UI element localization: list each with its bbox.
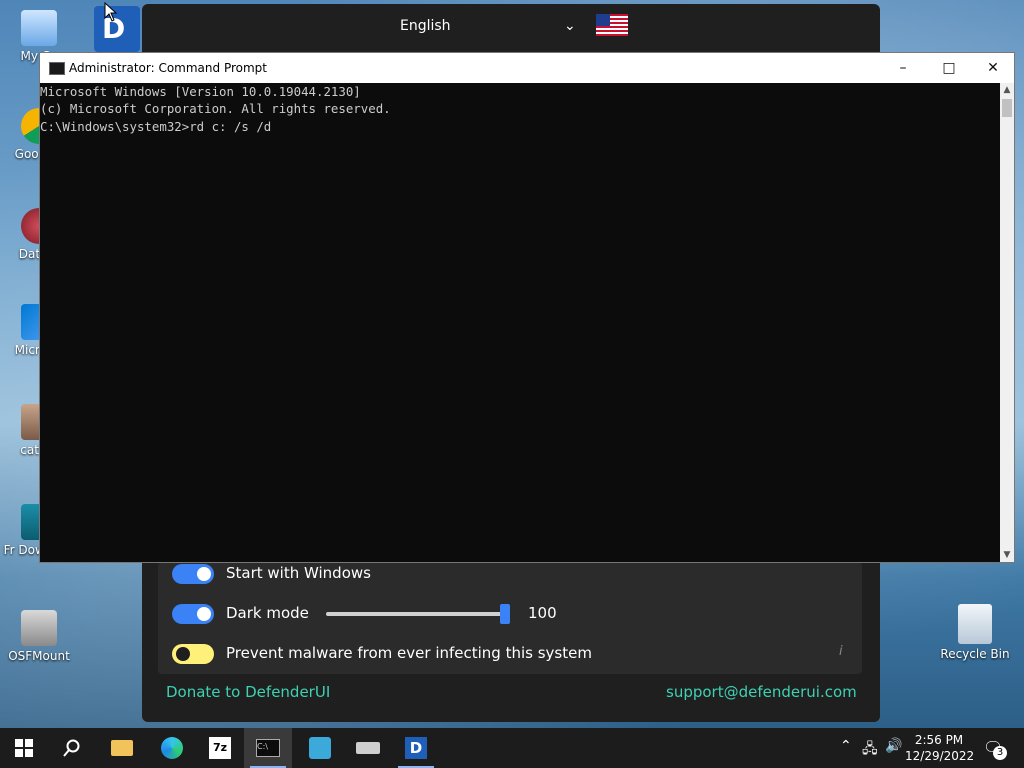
language-value: English <box>400 18 451 34</box>
cmd-icon <box>49 62 65 75</box>
info-icon[interactable]: i <box>839 644 843 659</box>
app-installer-icon <box>309 737 331 759</box>
chevron-down-icon: ⌄ <box>564 18 576 34</box>
computer-icon <box>21 10 57 46</box>
vertical-scrollbar[interactable]: ▲ ▼ <box>1000 83 1014 562</box>
desktop-icon-recycle-bin[interactable]: Recycle Bin <box>936 604 1014 661</box>
search-icon <box>63 739 80 757</box>
toggle-knob <box>197 567 211 581</box>
show-hidden-icons[interactable]: ⌃ <box>840 738 852 754</box>
console-output[interactable]: Microsoft Windows [Version 10.0.19044.21… <box>40 83 1000 562</box>
console-line: (c) Microsoft Corporation. All rights re… <box>40 101 391 116</box>
taskbar-defenderui[interactable]: D <box>392 728 440 768</box>
console-line: Microsoft Windows [Version 10.0.19044.21… <box>40 84 361 99</box>
osfmount-icon <box>21 610 57 646</box>
taskbar-file-explorer[interactable] <box>98 728 146 768</box>
drive-icon <box>356 742 380 754</box>
taskbar-7zip[interactable]: 7z <box>196 728 244 768</box>
minimize-button[interactable]: – <box>880 53 926 83</box>
folder-icon <box>111 740 133 756</box>
taskbar-edge[interactable] <box>148 728 196 768</box>
clock-time: 2:56 PM <box>914 733 964 747</box>
desktop-icon-label: Recycle Bin <box>940 647 1010 661</box>
scroll-up-icon[interactable]: ▲ <box>1000 83 1014 97</box>
donate-link[interactable]: Donate to DefenderUI <box>166 683 330 701</box>
title-bar[interactable]: Administrator: Command Prompt – □ ✕ <box>40 53 1014 83</box>
toggle-knob <box>197 607 211 621</box>
desktop-icon-osfmount[interactable]: OSFMount <box>0 610 78 663</box>
option-label: Start with Windows <box>226 564 371 582</box>
command-prompt-window: Administrator: Command Prompt – □ ✕ Micr… <box>39 52 1015 563</box>
option-label: Prevent malware from ever infecting this… <box>226 644 592 662</box>
start-button[interactable] <box>0 728 48 768</box>
prevent-malware-toggle[interactable] <box>172 644 214 664</box>
network-icon[interactable]: 🖧 <box>862 738 878 762</box>
dark-mode-slider-thumb[interactable] <box>500 604 510 624</box>
language-select[interactable]: English ⌄ <box>400 14 586 38</box>
cmd-icon: C:\ <box>256 739 280 757</box>
mouse-cursor-icon <box>104 2 118 22</box>
support-email-link[interactable]: support@defenderui.com <box>666 683 857 701</box>
option-label: Dark mode <box>226 604 309 622</box>
taskbar-app-installer[interactable] <box>296 728 344 768</box>
close-button[interactable]: ✕ <box>970 53 1016 83</box>
defenderui-icon: D <box>405 737 427 759</box>
scroll-down-icon[interactable]: ▼ <box>1000 548 1014 562</box>
us-flag-icon <box>596 14 628 36</box>
slider-value: 100 <box>528 604 557 622</box>
console-line: C:\Windows\system32>rd c: /s /d <box>40 119 272 134</box>
notification-count: 3 <box>993 746 1007 760</box>
search-button[interactable] <box>48 728 96 768</box>
clock-date: 12/29/2022 <box>905 749 975 763</box>
taskbar-drive[interactable] <box>344 728 392 768</box>
taskbar-command-prompt[interactable]: C:\ <box>244 728 292 768</box>
scroll-thumb[interactable] <box>1002 99 1012 117</box>
action-center-button[interactable]: 🗨 3 <box>983 738 1007 760</box>
recycle-bin-icon <box>958 604 992 644</box>
maximize-button[interactable]: □ <box>926 53 972 83</box>
volume-icon[interactable]: 🔊 <box>885 738 902 754</box>
dark-mode-slider-track[interactable] <box>326 612 510 616</box>
dark-mode-toggle[interactable] <box>172 604 214 624</box>
taskbar: 7z C:\ D ⌃ 🖧 🔊 2:56 PM 12/29/2022 🗨 3 <box>0 728 1024 768</box>
window-title: Administrator: Command Prompt <box>69 61 267 75</box>
clock[interactable]: 2:56 PM 12/29/2022 <box>905 732 975 764</box>
7zip-icon: 7z <box>209 737 231 759</box>
desktop-icon-label: OSFMount <box>8 649 70 663</box>
edge-icon <box>161 737 183 759</box>
start-with-windows-toggle[interactable] <box>172 564 214 584</box>
windows-icon <box>15 739 33 757</box>
toggle-knob <box>176 647 190 661</box>
